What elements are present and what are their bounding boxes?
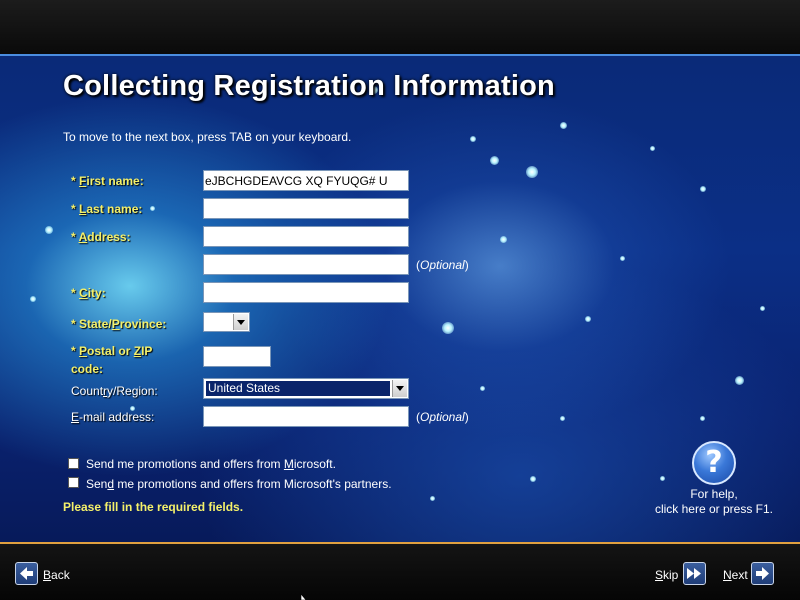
- dropdown-arrow-icon[interactable]: [392, 380, 407, 397]
- first-name-label: * First name:: [71, 174, 144, 188]
- star-particle: [500, 236, 507, 243]
- last-name-label: * Last name:: [71, 202, 143, 216]
- country-region-label: Country/Region:: [71, 384, 158, 398]
- email-label: E-mail address:: [71, 410, 155, 424]
- mouse-cursor-icon: [301, 594, 307, 600]
- skip-double-arrow-icon: [687, 568, 701, 579]
- city-label: * City:: [71, 286, 106, 300]
- star-particle: [650, 146, 655, 151]
- star-particle: [620, 256, 625, 261]
- next-label[interactable]: Next: [723, 568, 748, 582]
- postal-zip-input[interactable]: [203, 346, 271, 367]
- star-particle: [30, 296, 36, 302]
- help-link[interactable]: For help, click here or press F1.: [640, 487, 788, 517]
- country-region-value: United States: [205, 380, 391, 397]
- back-arrow-icon: [20, 567, 33, 580]
- last-name-input[interactable]: [203, 198, 409, 219]
- star-particle: [735, 376, 744, 385]
- country-region-select[interactable]: United States: [203, 378, 409, 399]
- star-particle: [430, 496, 435, 501]
- star-particle: [526, 166, 538, 178]
- star-particle: [480, 386, 485, 391]
- setup-screen: Collecting Registration Information To m…: [0, 0, 800, 600]
- instruction-text: To move to the next box, press TAB on yo…: [63, 130, 352, 144]
- first-name-input[interactable]: eJBCHGDEAVCG XQ FYUQG# U: [203, 170, 409, 191]
- star-particle: [585, 316, 591, 322]
- star-particle: [490, 156, 499, 165]
- star-particle: [45, 226, 53, 234]
- help-question-icon[interactable]: ?: [692, 441, 736, 485]
- star-particle: [150, 206, 155, 211]
- email-optional-note: (Optional): [416, 410, 469, 424]
- email-input[interactable]: [203, 406, 409, 427]
- dropdown-arrow-icon[interactable]: [233, 314, 248, 330]
- address-input[interactable]: [203, 226, 409, 247]
- bottom-band: [0, 544, 800, 600]
- star-particle: [530, 476, 536, 482]
- partner-offers-label[interactable]: Send me promotions and offers from Micro…: [86, 477, 392, 491]
- state-province-select[interactable]: [203, 312, 250, 332]
- microsoft-offers-label[interactable]: Send me promotions and offers from Micro…: [86, 457, 336, 471]
- partner-offers-checkbox[interactable]: [68, 477, 79, 488]
- skip-button[interactable]: [683, 562, 706, 585]
- address-line2-optional-note: (Optional): [416, 258, 469, 272]
- star-particle: [470, 136, 476, 142]
- star-particle: [700, 186, 706, 192]
- top-band: [0, 0, 800, 54]
- next-button[interactable]: [751, 562, 774, 585]
- back-button[interactable]: [15, 562, 38, 585]
- page-title: Collecting Registration Information: [63, 70, 555, 102]
- star-particle: [560, 122, 567, 129]
- state-province-label: * State/Province:: [71, 317, 167, 331]
- microsoft-offers-checkbox[interactable]: [68, 458, 79, 469]
- address-line2-input[interactable]: [203, 254, 409, 275]
- skip-label[interactable]: Skip: [655, 568, 678, 582]
- back-label[interactable]: Back: [43, 568, 70, 582]
- required-fields-message: Please fill in the required fields.: [63, 500, 244, 514]
- address-label: * Address:: [71, 230, 131, 244]
- star-particle: [442, 322, 454, 334]
- star-particle: [700, 416, 705, 421]
- star-particle: [560, 416, 565, 421]
- postal-zip-label: * Postal or ZIP code:: [71, 344, 153, 376]
- star-particle: [760, 306, 765, 311]
- city-input[interactable]: [203, 282, 409, 303]
- next-arrow-icon: [756, 567, 769, 580]
- star-particle: [660, 476, 665, 481]
